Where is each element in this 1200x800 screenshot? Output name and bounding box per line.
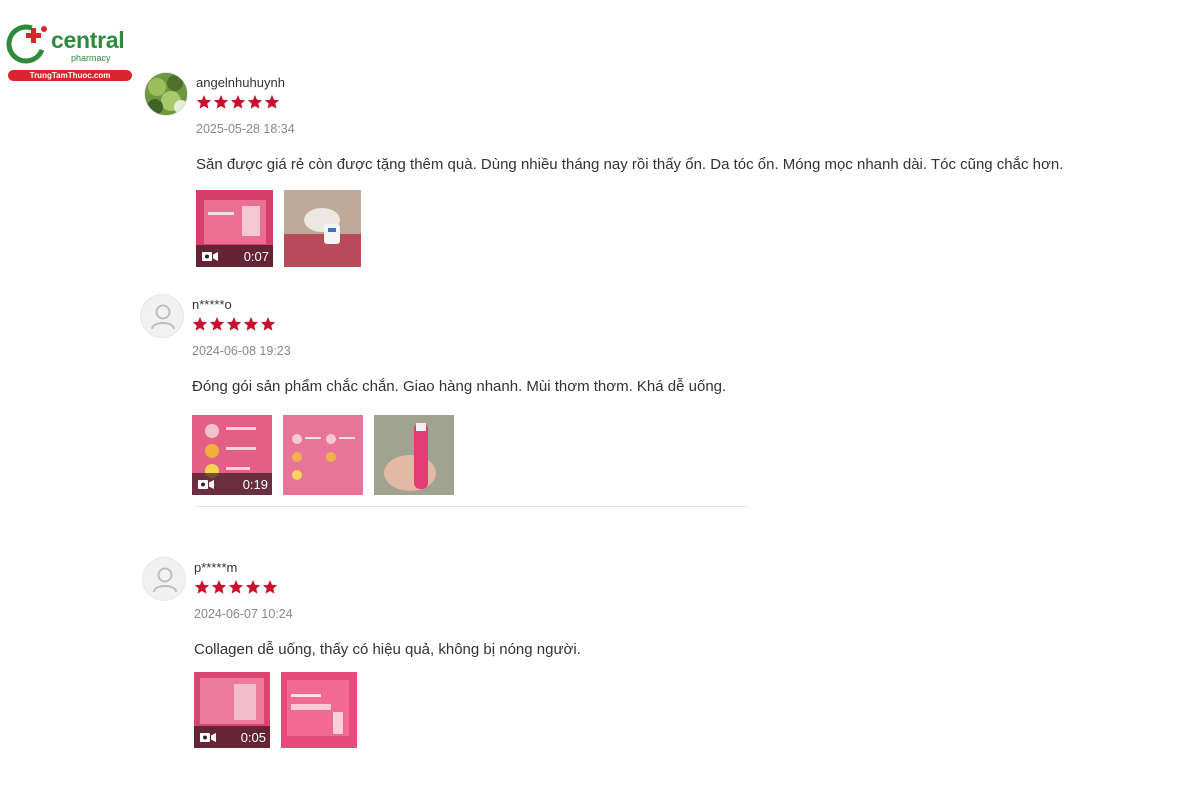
- central-pharmacy-logo-icon: [6, 24, 47, 64]
- star-icon: [245, 580, 261, 594]
- star-icon: [247, 95, 263, 109]
- star-icon: [262, 580, 278, 594]
- video-duration: 0:19: [242, 476, 268, 492]
- brand-subtitle: pharmacy: [71, 53, 111, 63]
- star-icon: [196, 95, 212, 109]
- star-rating: [192, 316, 276, 332]
- video-overlay: 0:19: [192, 473, 272, 495]
- brand-name: central: [51, 27, 125, 53]
- review-photo-thumbnail[interactable]: [374, 415, 454, 495]
- video-duration: 0:05: [240, 729, 266, 745]
- star-rating: [194, 579, 278, 595]
- video-camera-icon: [202, 251, 218, 261]
- star-icon: [243, 317, 259, 331]
- review-video-thumbnail[interactable]: 0:07: [196, 190, 273, 267]
- brand-logo[interactable]: central pharmacy TrungTamThuoc.com: [6, 22, 132, 82]
- avatar-photo: [145, 73, 187, 115]
- default-user-icon: [151, 304, 175, 330]
- review-comment: Săn được giá rẻ còn được tặng thêm quà. …: [196, 156, 1064, 173]
- review-date: 2025-05-28 18:34: [196, 122, 295, 136]
- review-date: 2024-06-07 10:24: [194, 607, 293, 621]
- product-bottle-photo: [374, 415, 454, 495]
- product-photo: [284, 190, 361, 267]
- review-date: 2024-06-08 19:23: [192, 344, 291, 358]
- review-item: angelnhuhuynh 2025-05-28 18:34 Săn được …: [144, 72, 1104, 272]
- brand-site: TrungTamThuoc.com: [8, 70, 132, 81]
- default-user-icon: [153, 567, 177, 593]
- avatar[interactable]: [142, 557, 186, 601]
- star-icon: [226, 317, 242, 331]
- video-camera-icon: [198, 479, 214, 489]
- star-icon: [194, 580, 210, 594]
- review-video-thumbnail[interactable]: 0:19: [192, 415, 272, 495]
- avatar[interactable]: [140, 294, 184, 338]
- review-item: n*****o 2024-06-08 19:23 Đóng gói sản ph…: [140, 294, 1100, 507]
- product-info-photo: [283, 415, 363, 495]
- review-photo-thumbnail[interactable]: [281, 672, 357, 748]
- video-camera-icon: [200, 732, 216, 742]
- review-username: angelnhuhuynh: [196, 75, 285, 90]
- review-divider: [194, 506, 748, 507]
- review-username: p*****m: [194, 560, 238, 575]
- review-item: p*****m 2024-06-07 10:24 Collagen dễ uốn…: [142, 557, 1102, 757]
- review-username: n*****o: [192, 297, 232, 312]
- video-duration: 0:07: [243, 248, 269, 264]
- star-icon: [211, 580, 227, 594]
- review-photo-thumbnail[interactable]: [284, 190, 361, 267]
- video-overlay: 0:07: [196, 245, 273, 267]
- star-icon: [230, 95, 246, 109]
- avatar[interactable]: [144, 72, 188, 116]
- star-icon: [260, 317, 276, 331]
- review-video-thumbnail[interactable]: 0:05: [194, 672, 270, 748]
- product-package-photo: [281, 672, 357, 748]
- star-icon: [192, 317, 208, 331]
- review-media: 0:05: [194, 672, 368, 748]
- review-photo-thumbnail[interactable]: [283, 415, 363, 495]
- review-media: 0:07: [196, 190, 372, 267]
- star-icon: [264, 95, 280, 109]
- review-comment: Collagen dễ uống, thấy có hiệu quả, khôn…: [194, 641, 581, 658]
- star-rating: [196, 94, 280, 110]
- star-icon: [209, 317, 225, 331]
- review-media: 0:19: [192, 415, 465, 495]
- review-comment: Đóng gói sản phẩm chắc chắn. Giao hàng n…: [192, 378, 727, 395]
- video-overlay: 0:05: [194, 726, 270, 748]
- star-icon: [228, 580, 244, 594]
- star-icon: [213, 95, 229, 109]
